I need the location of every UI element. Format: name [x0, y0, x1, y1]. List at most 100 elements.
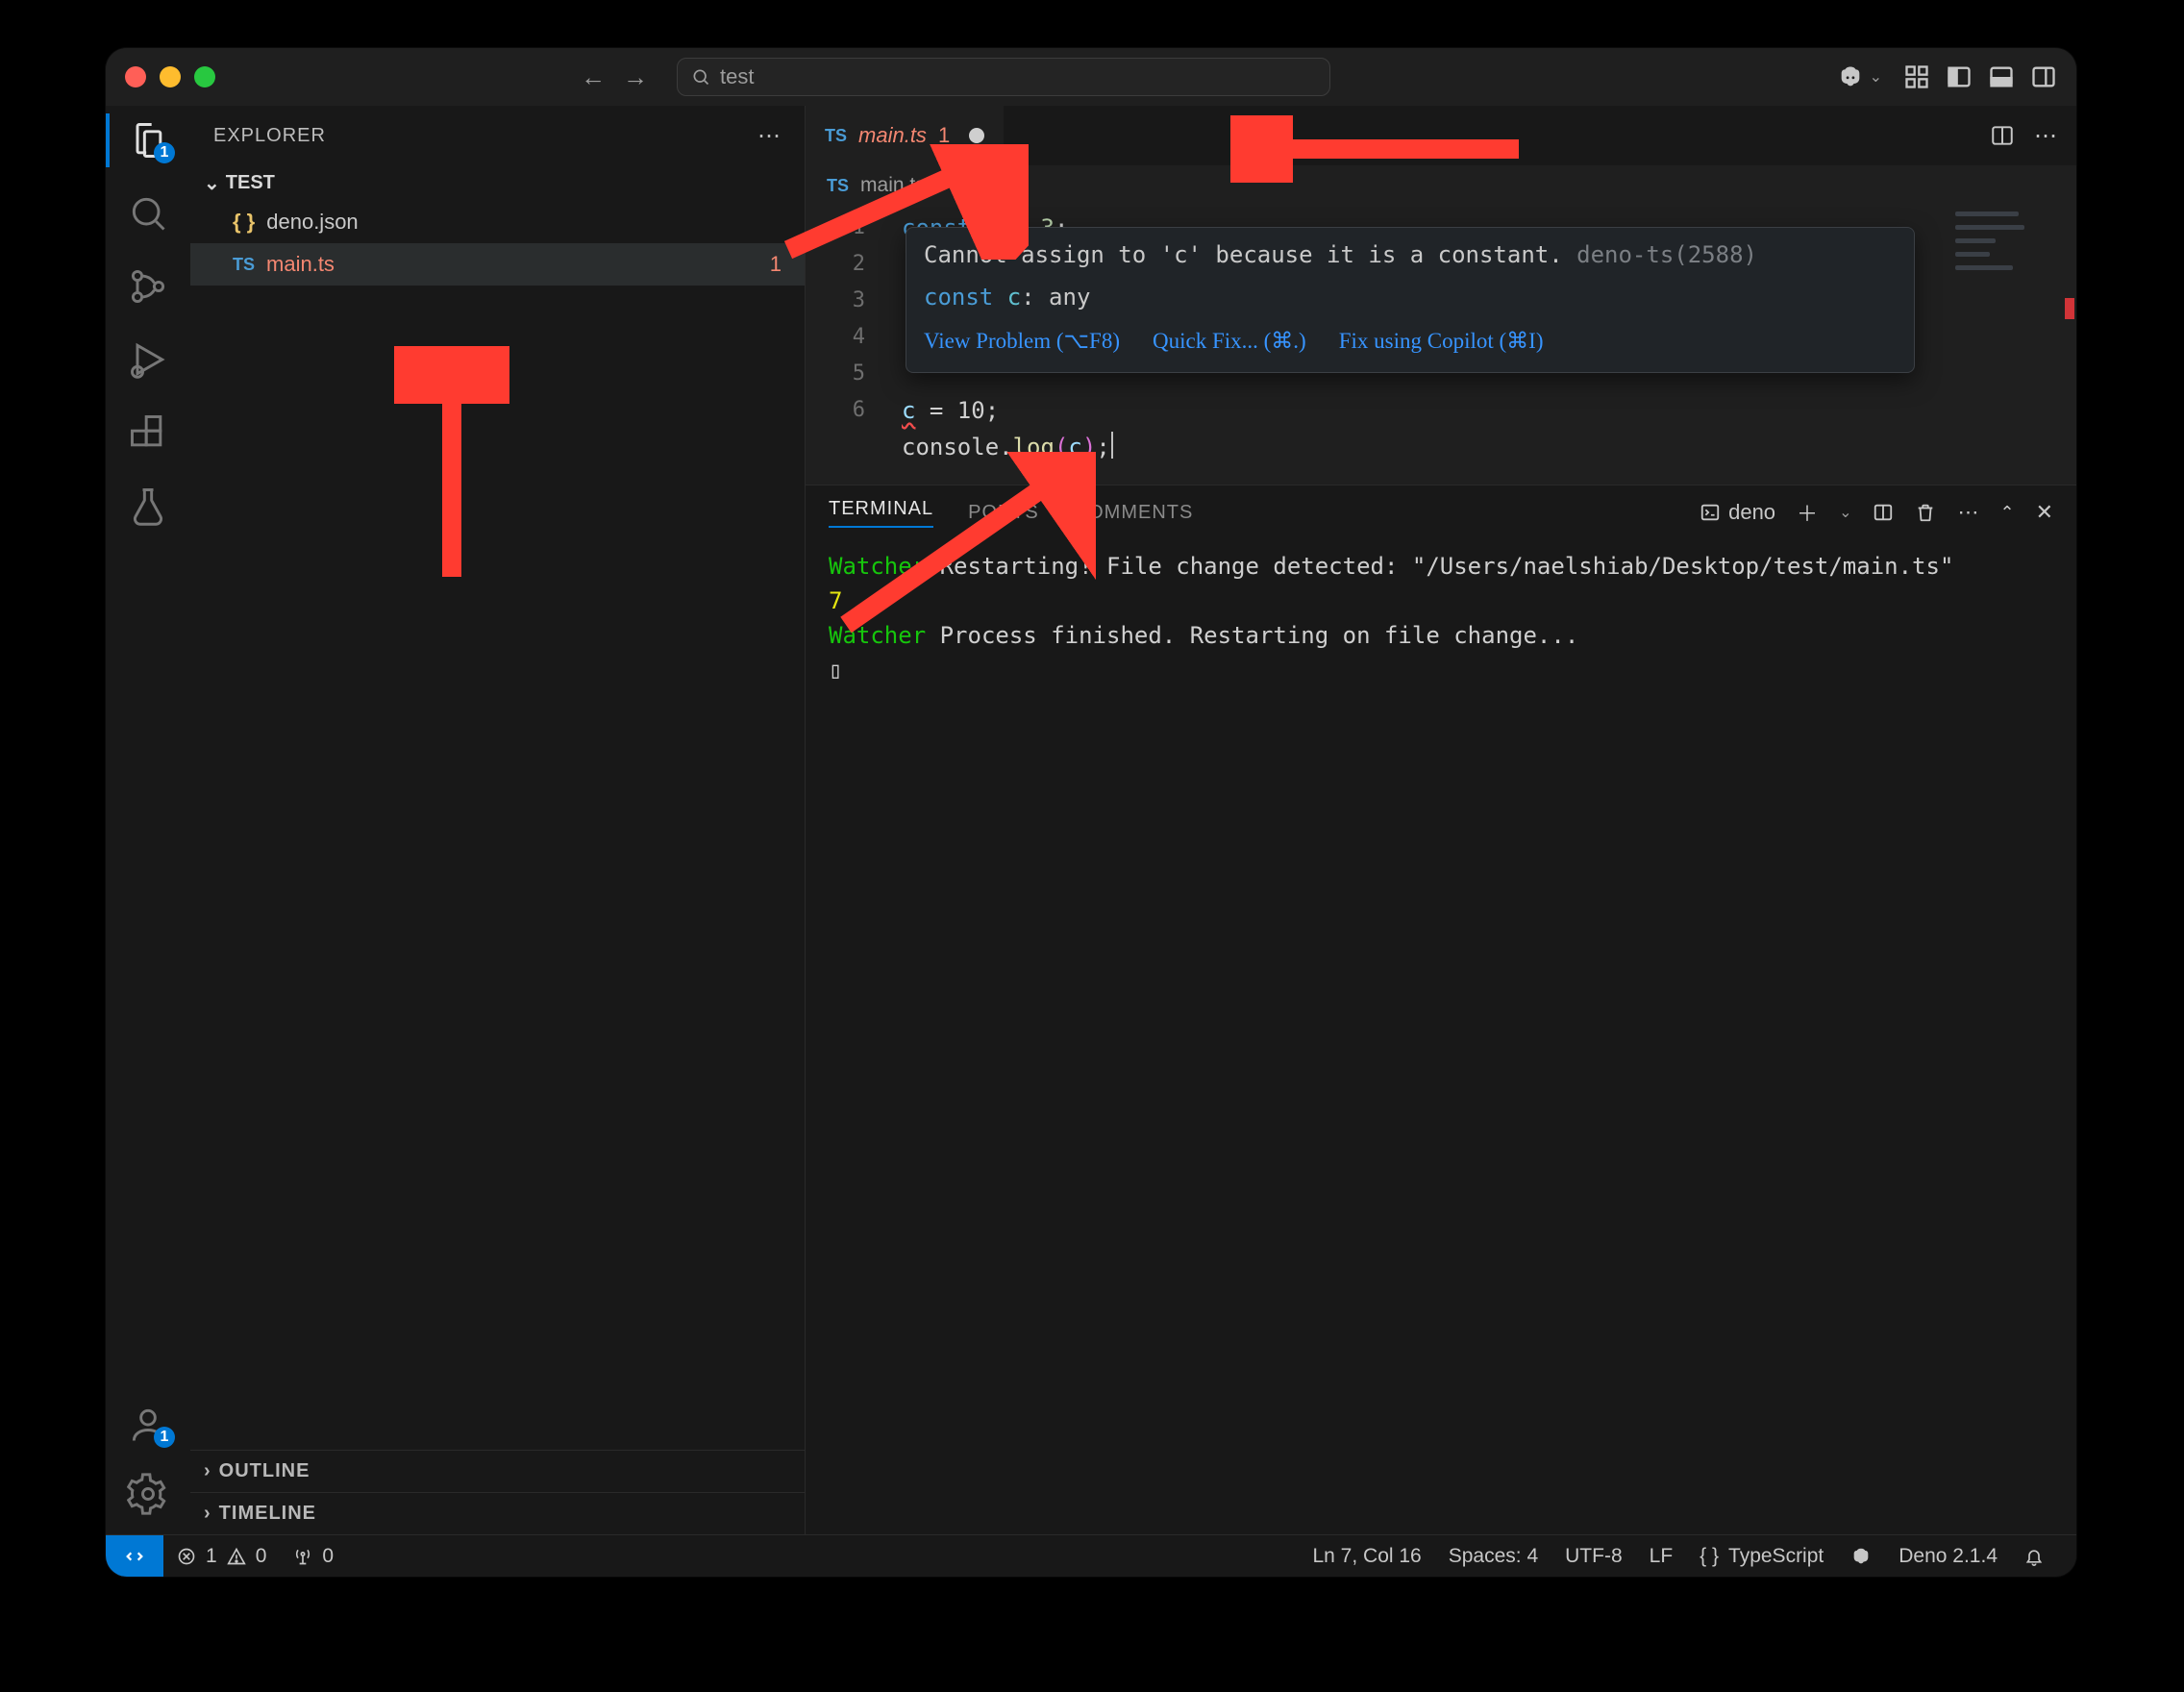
panel-close-icon[interactable]: ✕	[2036, 500, 2053, 525]
activity-accounts-icon[interactable]: 1	[127, 1404, 169, 1446]
timeline-section[interactable]: › TIMELINE	[190, 1492, 805, 1534]
eol[interactable]: LF	[1636, 1545, 1687, 1568]
kill-terminal-icon[interactable]	[1915, 502, 1936, 523]
problems-button[interactable]: 1 0	[163, 1545, 280, 1568]
split-terminal-icon[interactable]	[1873, 502, 1894, 523]
panel-tabs: TERMINAL PORTS COMMENTS deno ＋ ⌄ ⋯ ⌃	[806, 485, 2076, 539]
command-center-search[interactable]: test	[677, 58, 1330, 96]
ports-button[interactable]: 0	[280, 1545, 347, 1568]
notifications-button[interactable]	[2011, 1547, 2057, 1566]
breadcrumb-file: main.ts	[860, 174, 926, 197]
radio-tower-icon	[293, 1547, 312, 1566]
traffic-lights	[125, 66, 215, 87]
fix-copilot-link[interactable]: Fix using Copilot (⌘I)	[1339, 324, 1544, 359]
outline-section[interactable]: › OUTLINE	[190, 1450, 805, 1492]
bell-icon	[2024, 1547, 2044, 1566]
layout-controls	[1903, 63, 2057, 90]
view-problem-link[interactable]: View Problem (⌥F8)	[924, 324, 1120, 359]
error-icon	[177, 1547, 196, 1566]
cursor-position[interactable]: Ln 7, Col 16	[1299, 1545, 1434, 1568]
activity-search-icon[interactable]	[127, 192, 169, 235]
tab-main-ts[interactable]: TS main.ts 1	[806, 106, 1005, 165]
copilot-status[interactable]	[1837, 1546, 1885, 1567]
copilot-icon	[1837, 63, 1864, 90]
line-number: 2	[806, 246, 882, 283]
chevron-right-icon: ›	[204, 1503, 211, 1525]
bottom-panel: TERMINAL PORTS COMMENTS deno ＋ ⌄ ⋯ ⌃	[806, 485, 2076, 1534]
new-terminal-icon[interactable]: ＋	[1797, 497, 1818, 528]
terminal-icon	[1700, 502, 1721, 523]
deno-version[interactable]: Deno 2.1.4	[1885, 1545, 2011, 1568]
activity-explorer-icon[interactable]: 1	[127, 119, 169, 162]
search-value: test	[720, 64, 754, 89]
line-number: 3	[806, 283, 882, 319]
outline-label: OUTLINE	[219, 1460, 310, 1482]
ts-file-icon: TS	[825, 126, 847, 146]
activity-bar: 1 1	[106, 106, 190, 1534]
nav-arrows: ← →	[581, 62, 648, 92]
window-close-button[interactable]	[125, 66, 146, 87]
file-name: deno.json	[266, 210, 358, 235]
search-icon	[691, 67, 710, 87]
editor-tabs: TS main.ts 1 ⋯	[806, 106, 2076, 165]
file-error-count: 1	[770, 252, 782, 277]
hover-message: Cannot assign to 'c' because it is a con…	[924, 241, 1563, 268]
panel-tab-comments[interactable]: COMMENTS	[1074, 502, 1194, 524]
panel-tab-ports[interactable]: PORTS	[968, 502, 1039, 524]
window-minimize-button[interactable]	[160, 66, 181, 87]
project-name: TEST	[226, 172, 275, 194]
layout-grid-icon[interactable]	[1903, 63, 1930, 90]
copilot-icon	[1850, 1546, 1872, 1567]
code-editor[interactable]: 1 2 3 4 5 6 const a = 3; c = 10; console…	[806, 206, 2076, 485]
quick-fix-link[interactable]: Quick Fix... (⌘.)	[1153, 324, 1306, 359]
window-maximize-button[interactable]	[194, 66, 215, 87]
json-file-icon: { }	[233, 210, 255, 235]
title-bar: ← → test ⌄	[106, 48, 2076, 106]
hover-tooltip: Cannot assign to 'c' because it is a con…	[906, 227, 1915, 373]
split-editor-icon[interactable]	[1990, 123, 2015, 148]
project-section[interactable]: ⌄ TEST	[190, 165, 805, 201]
panel-maximize-icon[interactable]: ⌃	[1999, 503, 2014, 523]
file-row-deno-json[interactable]: { } deno.json	[190, 201, 805, 243]
activity-settings-icon[interactable]	[127, 1473, 169, 1515]
language-mode[interactable]: { } TypeScript	[1686, 1545, 1837, 1568]
editor-actions: ⋯	[1990, 106, 2076, 165]
terminal-dropdown-icon[interactable]: ⌄	[1839, 503, 1851, 522]
tab-label: main.ts	[858, 123, 927, 148]
nav-back-icon[interactable]: ←	[581, 62, 606, 92]
titlebar-right: ⌄	[1837, 63, 2057, 90]
copilot-menu[interactable]: ⌄	[1837, 63, 1882, 90]
terminal-output[interactable]: Watcher Restarting! File change detected…	[806, 539, 2076, 1534]
activity-source-control-icon[interactable]	[127, 265, 169, 308]
encoding[interactable]: UTF-8	[1551, 1545, 1636, 1568]
indentation[interactable]: Spaces: 4	[1435, 1545, 1551, 1568]
editor-area: TS main.ts 1 ⋯ TS main.ts › ... 1	[806, 106, 2076, 1534]
panel-more-icon[interactable]: ⋯	[1957, 500, 1978, 525]
activity-extensions-icon[interactable]	[127, 411, 169, 454]
minimap[interactable]	[1955, 212, 2071, 442]
dirty-indicator-icon	[969, 128, 984, 143]
panel-tab-terminal[interactable]: TERMINAL	[829, 498, 933, 528]
terminal-name[interactable]: deno	[1700, 500, 1775, 525]
line-number-gutter: 1 2 3 4 5 6	[806, 210, 882, 429]
explorer-badge: 1	[154, 142, 175, 163]
file-row-main-ts[interactable]: TS main.ts 1	[190, 243, 805, 286]
activity-testing-icon[interactable]	[127, 485, 169, 527]
timeline-label: TIMELINE	[219, 1503, 316, 1525]
accounts-badge: 1	[154, 1427, 175, 1448]
breadcrumb-rest: ...	[956, 174, 973, 197]
sidebar-more-icon[interactable]: ⋯	[757, 122, 782, 150]
activity-run-debug-icon[interactable]	[127, 338, 169, 381]
breadcrumb[interactable]: TS main.ts › ...	[806, 165, 2076, 206]
toggle-secondary-sidebar-icon[interactable]	[2030, 63, 2057, 90]
toggle-panel-icon[interactable]	[1988, 63, 2015, 90]
status-bar: 1 0 0 Ln 7, Col 16 Spaces: 4 UTF-8 LF { …	[106, 1534, 2076, 1577]
toggle-sidebar-icon[interactable]	[1946, 63, 1973, 90]
sidebar-title: EXPLORER	[213, 125, 326, 147]
sidebar-header: EXPLORER ⋯	[190, 106, 805, 165]
explorer-sidebar: EXPLORER ⋯ ⌄ TEST { } deno.json TS main.…	[190, 106, 806, 1534]
editor-more-icon[interactable]: ⋯	[2034, 122, 2057, 150]
remote-button[interactable]	[106, 1535, 163, 1577]
ts-file-icon: TS	[233, 255, 255, 275]
nav-forward-icon[interactable]: →	[623, 62, 648, 92]
